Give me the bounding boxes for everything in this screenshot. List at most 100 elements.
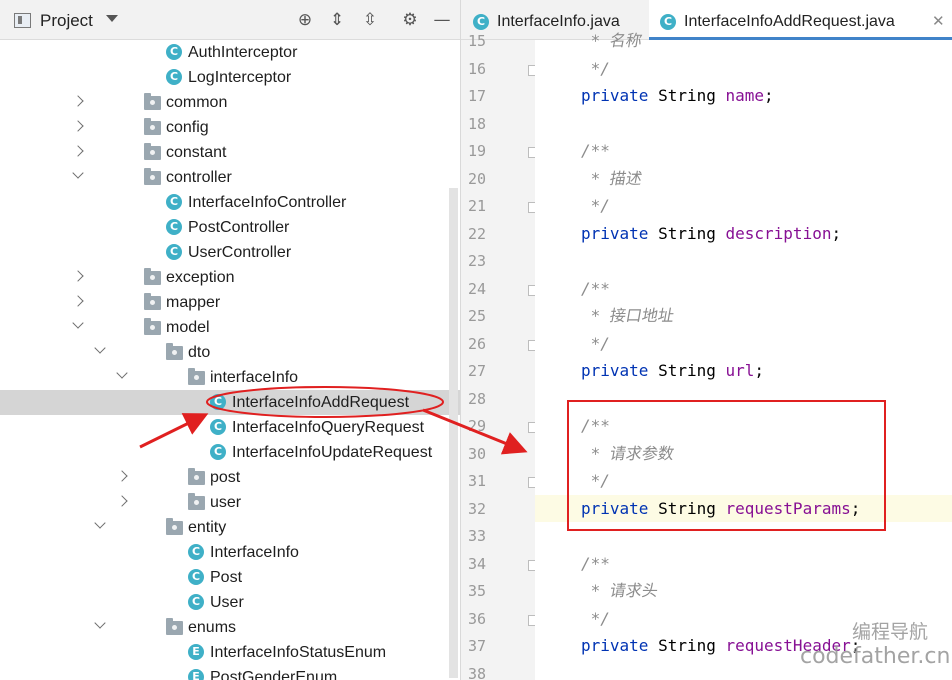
tree-item-label: InterfaceInfoController: [188, 194, 347, 211]
line-number: 24: [467, 279, 486, 298]
watermark-line-2: codefather.cn: [800, 644, 951, 669]
line-number: 23: [467, 252, 486, 270]
tree-item-postcontroller[interactable]: C PostController: [0, 215, 460, 240]
tree-item-user[interactable]: user: [0, 490, 460, 515]
tree-item-interfaceinfoqueryrequest[interactable]: C InterfaceInfoQueryRequest: [0, 415, 460, 440]
line-number: 35: [467, 582, 486, 600]
tree-item-authinterceptor[interactable]: C AuthInterceptor: [0, 40, 460, 65]
folder-icon: [188, 368, 205, 385]
tree-item-entity[interactable]: entity: [0, 515, 460, 540]
line-number: 38: [467, 664, 486, 680]
enum-icon: E: [188, 644, 204, 660]
code-line: /**: [581, 278, 610, 298]
tree-item-post[interactable]: post: [0, 465, 460, 490]
class-icon: C: [660, 14, 676, 30]
tree-item-constant[interactable]: constant: [0, 140, 460, 165]
chevron-right-icon[interactable]: [72, 120, 84, 132]
tree-item-loginterceptor[interactable]: C LogInterceptor: [0, 65, 460, 90]
tree-item-label: config: [166, 119, 209, 136]
chevron-right-icon[interactable]: [72, 270, 84, 282]
line-number: 34: [467, 554, 486, 573]
line-number: 33: [467, 527, 486, 545]
tree-item-label: PostGenderEnum: [210, 669, 338, 680]
chevron-right-icon[interactable]: [72, 95, 84, 107]
tree-item-interfaceinfo[interactable]: interfaceInfo: [0, 365, 460, 390]
line-number: 17: [467, 87, 486, 105]
folder-icon: [166, 518, 183, 535]
tree-item-label: InterfaceInfoUpdateRequest: [232, 444, 433, 461]
line-number: 21: [467, 197, 486, 215]
tree-item-interfaceinfocontroller[interactable]: C InterfaceInfoController: [0, 190, 460, 215]
line-number: 16: [467, 59, 486, 78]
tree-item-interfaceinfo[interactable]: C InterfaceInfo: [0, 540, 460, 565]
tree-item-label: constant: [166, 144, 227, 161]
class-icon: C: [166, 69, 182, 85]
tree-item-label: User: [210, 594, 244, 611]
code-line: * 请求头: [581, 581, 660, 600]
tree-item-label: interfaceInfo: [210, 369, 299, 386]
chevron-down-icon[interactable]: [94, 517, 106, 529]
locate-icon[interactable]: ⊕: [296, 11, 314, 29]
tree-item-postgenderenum[interactable]: E PostGenderEnum: [0, 665, 460, 680]
tree-item-controller[interactable]: controller: [0, 165, 460, 190]
code-editor: C InterfaceInfo.java C InterfaceInfoAddR…: [460, 0, 952, 680]
gear-icon[interactable]: ⚙: [401, 11, 419, 29]
class-icon: C: [188, 594, 204, 610]
tree-item-enums[interactable]: enums: [0, 615, 460, 640]
chevron-down-icon[interactable]: [94, 617, 106, 629]
line-number: 37: [467, 637, 486, 655]
expand-all-icon[interactable]: ⇕: [328, 11, 346, 29]
hide-panel-icon[interactable]: —: [433, 11, 451, 29]
chevron-right-icon[interactable]: [72, 145, 84, 157]
tree-item-dto[interactable]: dto: [0, 340, 460, 365]
line-number: 15: [467, 32, 486, 50]
tree-item-interfaceinfoaddrequest[interactable]: C InterfaceInfoAddRequest: [0, 390, 460, 415]
tree-item-config[interactable]: config: [0, 115, 460, 140]
chevron-down-icon[interactable]: [94, 342, 106, 354]
collapse-all-icon[interactable]: ⇳: [361, 11, 379, 29]
project-tree: C AuthInterceptor C LogInterceptor common con…: [0, 40, 460, 680]
line-number: 25: [467, 307, 486, 325]
tree-scrollbar[interactable]: [449, 188, 458, 678]
chevron-down-icon[interactable]: [72, 317, 84, 329]
line-number: 26: [467, 334, 486, 353]
tree-item-common[interactable]: common: [0, 90, 460, 115]
tree-item-usercontroller[interactable]: C UserController: [0, 240, 460, 265]
tree-item-exception[interactable]: exception: [0, 265, 460, 290]
chevron-right-icon[interactable]: [116, 495, 128, 507]
tree-item-mapper[interactable]: mapper: [0, 290, 460, 315]
chevron-right-icon[interactable]: [116, 470, 128, 482]
tree-item-label: InterfaceInfo: [210, 544, 299, 561]
line-number: 31: [467, 472, 486, 490]
tab-interfaceinfoaddrequest[interactable]: C InterfaceInfoAddRequest.java ✕: [649, 0, 952, 40]
project-view-title[interactable]: Project: [40, 11, 93, 31]
chevron-down-icon[interactable]: [106, 15, 118, 22]
tree-item-interfaceinfostatusenum[interactable]: E InterfaceInfoStatusEnum: [0, 640, 460, 665]
tree-item-label: entity: [188, 519, 227, 536]
code-line: * 请求参数: [581, 443, 676, 463]
line-number: 22: [467, 224, 486, 243]
code-area[interactable]: * 名称 */ private String name; /** * 描述 */ pr…: [535, 31, 952, 680]
tree-item-label: dto: [188, 344, 211, 361]
code-line: private String url;: [581, 361, 765, 380]
folder-icon: [166, 618, 183, 635]
chevron-down-icon[interactable]: [116, 367, 128, 379]
tree-item-model[interactable]: model: [0, 315, 460, 340]
tree-item-user[interactable]: C User: [0, 590, 460, 615]
folder-icon: [144, 118, 161, 135]
editor-tabs: C InterfaceInfo.java C InterfaceInfoAddR…: [461, 0, 952, 40]
code-line: * 接口地址: [581, 306, 676, 325]
code-line: */: [581, 333, 610, 353]
close-icon[interactable]: ✕: [932, 13, 945, 29]
tree-item-label: post: [210, 469, 241, 486]
chevron-down-icon[interactable]: [72, 167, 84, 179]
tree-item-interfaceinfoupdaterequest[interactable]: C InterfaceInfoUpdateRequest: [0, 440, 460, 465]
class-icon: C: [473, 14, 489, 30]
code-line: */: [581, 471, 610, 490]
chevron-right-icon[interactable]: [72, 295, 84, 307]
tree-item-post[interactable]: C Post: [0, 565, 460, 590]
class-icon: C: [166, 44, 182, 60]
class-icon: C: [166, 219, 182, 235]
folder-icon: [144, 168, 161, 185]
tree-item-label: UserController: [188, 244, 292, 261]
